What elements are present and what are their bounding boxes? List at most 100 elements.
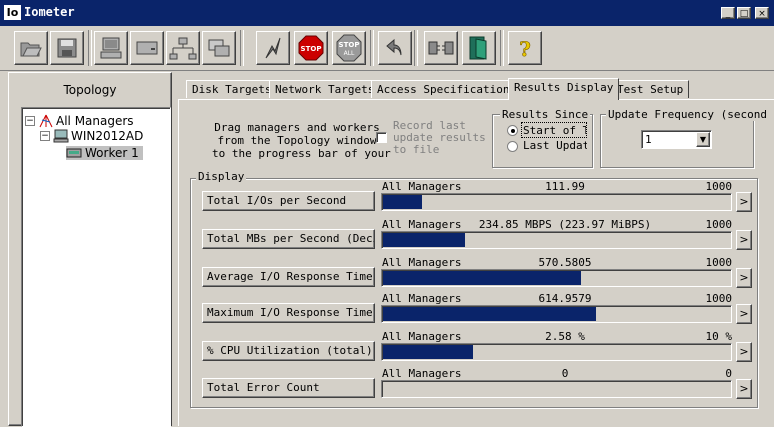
start-tests-button[interactable]	[256, 31, 290, 65]
start-of-test-label-box: Start of T	[521, 122, 587, 138]
metric-value: 234.85 MBPS (223.97 MiBPS)	[478, 218, 652, 231]
reset-workers-button[interactable]	[378, 31, 412, 65]
chevron-right-icon: >	[739, 271, 749, 284]
tree-item-all-managers[interactable]: − All Managers	[25, 114, 134, 128]
open-button[interactable]	[14, 31, 48, 65]
metric-target: All Managers	[382, 292, 462, 305]
stop-all-icon: STOPALL	[336, 34, 362, 62]
new-disk-worker-button[interactable]	[130, 31, 164, 65]
exit-icon	[469, 36, 487, 60]
window-title: Iometer	[24, 5, 75, 19]
toolbar: STOP STOP ALL ?	[0, 26, 774, 71]
title-bar[interactable]: Io Iometer _ □ ×	[0, 0, 774, 26]
help-button[interactable]: ?	[508, 31, 542, 65]
metric-max: 1000	[705, 256, 733, 269]
metric-expand-button[interactable]: >	[736, 379, 752, 399]
chevron-right-icon: >	[739, 233, 749, 246]
metric-progress-bar	[381, 380, 732, 398]
metric-value: 2.58 %	[545, 330, 585, 343]
metric-select-button[interactable]: % CPU Utilization (total)	[202, 341, 375, 361]
tree-label: WIN2012AD	[71, 129, 144, 143]
tab-test-setup[interactable]: Test Setup	[611, 80, 690, 98]
app-icon: Io	[4, 5, 21, 20]
record-last-checkbox[interactable]	[376, 132, 387, 143]
metric-progress-fill	[383, 195, 422, 209]
display-title: Display	[196, 170, 247, 183]
maximize-button[interactable]: □	[737, 7, 751, 19]
metric-expand-button[interactable]: >	[736, 304, 752, 324]
tab-network-targets[interactable]: Network Targets	[269, 80, 381, 98]
metric-progress-bar	[381, 343, 732, 361]
stop-icon: STOP	[298, 35, 324, 61]
record-last-label: Record last update results to file	[393, 119, 486, 156]
chevron-right-icon: >	[739, 382, 749, 395]
metric-value: 111.99	[545, 180, 585, 193]
drag-hint: Drag managers and workers from the Topol…	[212, 121, 391, 160]
metric-select-button[interactable]: Total I/Os per Second	[202, 191, 375, 211]
new-network-worker-button[interactable]	[166, 31, 200, 65]
collapse-toggle[interactable]: −	[40, 131, 50, 141]
metric-max: 1000	[705, 180, 733, 193]
tree-item-worker[interactable]: Worker 1	[66, 146, 143, 160]
stop-button[interactable]: STOP	[294, 31, 328, 65]
metric-target: All Managers	[382, 256, 462, 269]
metric-progress-fill	[383, 307, 596, 321]
svg-text:?: ?	[519, 37, 531, 60]
chevron-right-icon: >	[739, 195, 749, 208]
metric-value: 614.9579	[538, 292, 592, 305]
radio-start-of-test[interactable]	[507, 125, 518, 136]
disconnect-button[interactable]	[424, 31, 458, 65]
network-icon	[39, 114, 53, 128]
tree-item-manager[interactable]: − WIN2012AD	[40, 129, 143, 143]
metric-expand-button[interactable]: >	[736, 192, 752, 212]
new-network-worker-icon	[169, 37, 197, 60]
topology-tree[interactable]: − All Managers − WIN2012AD Worker 1	[21, 107, 171, 427]
metric-max: 1000	[705, 218, 733, 231]
metric-expand-button[interactable]: >	[736, 342, 752, 362]
topology-title: Topology	[63, 83, 117, 97]
start-of-test-label: Start of T	[523, 124, 587, 137]
svg-text:STOP: STOP	[339, 41, 360, 49]
collapse-toggle[interactable]: −	[25, 116, 35, 126]
tab-results-display[interactable]: Results Display	[508, 78, 620, 100]
metric-progress-fill	[383, 271, 581, 285]
minimize-button[interactable]: _	[721, 7, 735, 19]
duplicate-worker-button[interactable]	[202, 31, 236, 65]
tab-disk-targets[interactable]: Disk Targets	[186, 80, 278, 98]
metric-max: 1000	[705, 292, 733, 305]
update-frequency-select[interactable]: 1 ▼	[641, 130, 712, 149]
metric-select-button[interactable]: Total MBs per Second (Decima	[202, 229, 375, 249]
metric-value: 0	[561, 367, 569, 380]
new-manager-button[interactable]	[94, 31, 128, 65]
metric-select-button[interactable]: Maximum I/O Response Time (m	[202, 303, 375, 323]
exit-button[interactable]	[462, 31, 496, 65]
metric-value: 570.5805	[538, 256, 592, 269]
metric-expand-button[interactable]: >	[736, 268, 752, 288]
metric-progress-fill	[383, 233, 465, 247]
metric-max: 10 %	[705, 330, 733, 343]
metric-select-button[interactable]: Average I/O Response Time (m	[202, 267, 375, 287]
help-icon: ?	[519, 37, 531, 60]
metric-expand-button[interactable]: >	[736, 230, 752, 250]
svg-text:ALL: ALL	[344, 50, 355, 57]
new-disk-worker-icon	[136, 41, 158, 55]
radio-last-update[interactable]	[507, 141, 518, 152]
svg-text:STOP: STOP	[301, 45, 322, 53]
metric-progress-bar	[381, 269, 732, 287]
metric-progress-bar	[381, 305, 732, 323]
new-manager-icon	[100, 37, 122, 59]
duplicate-worker-icon	[208, 39, 230, 57]
topology-panel: Topology − All Managers − WIN2012AD Work…	[8, 72, 172, 427]
open-icon	[20, 42, 42, 57]
start-tests-icon	[265, 37, 281, 59]
tab-access-specifications[interactable]: Access Specifications	[371, 80, 523, 98]
save-button[interactable]	[50, 31, 84, 65]
dropdown-arrow-icon[interactable]: ▼	[696, 132, 710, 147]
metric-select-button[interactable]: Total Error Count	[202, 378, 375, 398]
close-button[interactable]: ×	[755, 7, 769, 19]
save-icon	[57, 38, 77, 58]
stop-all-button[interactable]: STOP ALL	[332, 31, 366, 65]
chevron-right-icon: >	[739, 307, 749, 320]
chevron-right-icon: >	[739, 345, 749, 358]
metric-progress-bar	[381, 231, 732, 249]
